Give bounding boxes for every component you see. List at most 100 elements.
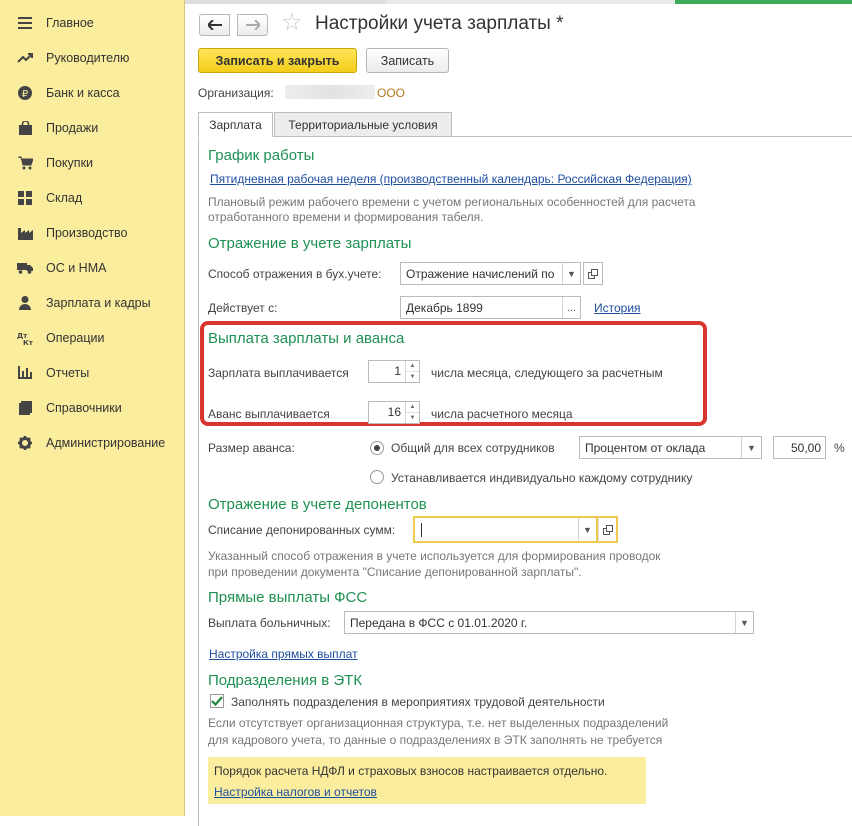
shopping-bag-icon [17,120,33,136]
save-button[interactable]: Записать [366,48,449,73]
advance-day-stepper[interactable]: 16 ▲ ▼ [368,401,420,424]
organization-redacted [285,85,375,99]
person-icon [17,295,33,311]
advance-day-value: 16 [387,405,401,419]
trend-icon [17,50,33,66]
organization-label: Организация: [198,86,274,100]
info-note-text: Порядок расчета НДФЛ и страховых взносов… [214,764,608,778]
cart-icon [17,155,33,171]
advance-percent-value: 50,00 [790,440,821,455]
open-accounting-method-button[interactable] [583,262,603,285]
dropdown-arrow-icon[interactable]: ▼ [578,518,596,541]
sidebar-item-label: Операции [46,330,105,345]
accounting-method-label: Способ отражения в бух.учете: [208,267,382,281]
section-heading-etk: Подразделения в ЭТК [208,672,363,689]
dt-kt-icon: Дт Кт [17,330,33,346]
increment-icon[interactable]: ▲ [406,402,419,413]
sidebar-item-operations[interactable]: Дт Кт Операции [0,320,185,355]
increment-icon[interactable]: ▲ [406,361,419,372]
advance-common-radio[interactable] [370,441,384,455]
fill-departments-checkbox[interactable] [210,694,224,708]
back-button[interactable] [199,14,230,36]
section-heading-fss: Прямые выплаты ФСС [208,589,368,606]
advance-individual-label[interactable]: Устанавливается индивидуально каждому со… [391,471,692,485]
book-icon [17,400,33,416]
save-and-close-button[interactable]: Записать и закрыть [198,48,357,73]
sidebar-item-label: Производство [46,225,128,240]
sidebar-item-warehouse[interactable]: Склад [0,180,185,215]
salary-day-suffix: числа месяца, следующего за расчетным [431,366,663,380]
decrement-icon[interactable]: ▼ [406,372,419,382]
accounting-method-value: Отражение начислений по [406,266,555,281]
sidebar-item-label: Главное [46,15,94,30]
sidebar-item-salary-hr[interactable]: Зарплата и кадры [0,285,185,320]
page-title: Настройки учета зарплаты * [315,13,564,34]
decrement-icon[interactable]: ▼ [406,413,419,423]
dropdown-arrow-icon[interactable]: ▼ [741,437,761,458]
sidebar-item-purchases[interactable]: Покупки [0,145,185,180]
svg-text:Кт: Кт [23,339,33,345]
sidebar-item-label: Справочники [46,400,122,415]
sidebar-item-sales[interactable]: Продажи [0,110,185,145]
section-heading-schedule: График работы [208,147,315,164]
history-link[interactable]: История [594,301,641,315]
top-strip [185,0,852,4]
checkmark-icon [211,696,223,706]
text-cursor [421,523,422,537]
advance-common-label[interactable]: Общий для всех сотрудников [391,441,555,455]
tab-salary[interactable]: Зарплата [198,112,273,137]
sidebar-item-administration[interactable]: Администрирование [0,425,185,460]
open-window-icon [588,268,598,279]
sidebar-item-directories[interactable]: Справочники [0,390,185,425]
warehouse-icon [17,190,33,206]
sidebar-item-bank[interactable]: ₽ Банк и касса [0,75,185,110]
forward-button[interactable] [237,14,268,36]
favorite-star-icon[interactable]: ☆ [281,11,303,35]
sidebar-item-manager[interactable]: Руководителю [0,40,185,75]
truck-icon [17,260,33,276]
schedule-note-line1: Плановый режим рабочего времени с учетом… [208,195,696,209]
etk-note-line2: для кадрового учета, то данные о подразд… [208,733,663,747]
dropdown-arrow-icon[interactable]: ▼ [562,263,580,284]
salary-day-value: 1 [394,364,401,378]
advance-day-suffix: числа расчетного месяца [431,407,573,421]
top-strip-segment [185,0,385,4]
tab-territorial-conditions[interactable]: Территориальные условия [274,112,452,137]
advance-paid-label: Аванс выплачивается [208,407,330,421]
organization-value[interactable]: ООО [377,86,405,100]
sidebar-item-reports[interactable]: Отчеты [0,355,185,390]
top-strip-accent [675,0,852,4]
sidebar-item-assets[interactable]: ОС и НМА [0,250,185,285]
direct-payments-settings-link[interactable]: Настройка прямых выплат [209,647,358,661]
open-deposits-button[interactable] [598,516,618,543]
sidebar-item-label: Руководителю [46,50,130,65]
effective-from-field[interactable]: Декабрь 1899 ... [400,296,581,319]
deposits-note-line1: Указанный способ отражения в учете испол… [208,549,661,563]
deposits-writeoff-select[interactable]: ▼ [413,516,598,543]
sidebar-item-label: Банк и касса [46,85,120,100]
schedule-note-line2: отработанного времени и формирования таб… [208,210,484,224]
work-schedule-link[interactable]: Пятидневная рабочая неделя (производстве… [210,172,692,186]
advance-percent-input[interactable]: 50,00 [773,436,826,459]
sick-pay-value: Передана в ФСС с 01.01.2020 г. [350,615,528,630]
sidebar-item-label: Покупки [46,155,94,170]
section-heading-payment: Выплата зарплаты и аванса [208,330,405,347]
salary-day-stepper[interactable]: 1 ▲ ▼ [368,360,420,383]
open-window-icon [602,524,613,535]
factory-icon [17,225,33,241]
sidebar-item-main[interactable]: Главное [0,5,185,40]
accounting-method-select[interactable]: Отражение начислений по ▼ [400,262,581,285]
arrow-left-icon [207,20,222,30]
sick-pay-select[interactable]: Передана в ФСС с 01.01.2020 г. ▼ [344,611,754,634]
select-ellipsis-icon[interactable]: ... [562,297,580,318]
tax-settings-link[interactable]: Настройка налогов и отчетов [214,785,377,799]
advance-method-select[interactable]: Процентом от оклада ▼ [579,436,762,459]
sick-pay-label: Выплата больничных: [208,616,331,630]
advance-individual-radio[interactable] [370,470,384,484]
etk-note-line1: Если отсутствует организационная структу… [208,716,669,730]
fill-departments-label[interactable]: Заполнять подразделения в мероприятиях т… [231,695,605,709]
sidebar-item-production[interactable]: Производство [0,215,185,250]
sidebar-item-label: Отчеты [46,365,90,380]
bar-chart-icon [17,365,33,381]
dropdown-arrow-icon[interactable]: ▼ [735,612,753,633]
